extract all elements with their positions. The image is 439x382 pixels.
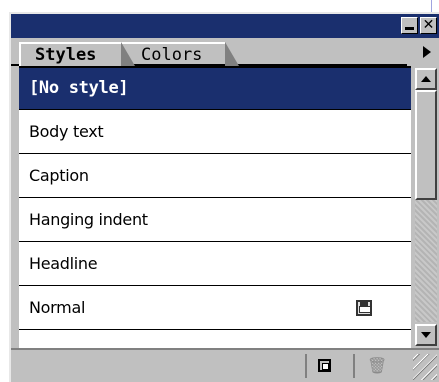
list-item-label: Headline [29, 254, 98, 273]
minimize-button[interactable] [401, 17, 418, 34]
list-item-label: [No style] [29, 78, 129, 98]
guide-line [431, 0, 432, 12]
styles-palette: ✕ Colors Styles [No style] Body text Cap… [9, 12, 439, 382]
styles-list: [No style] Body text Caption Hanging ind… [19, 66, 411, 348]
scroll-thumb[interactable] [415, 90, 437, 200]
scroll-down-arrow-icon[interactable] [415, 324, 437, 346]
palette-menu-arrow-icon[interactable] [415, 41, 439, 63]
trash-icon: 🗑 [367, 356, 388, 375]
list-item-no-style[interactable]: [No style] [19, 68, 411, 110]
tab-colors-label: Colors [141, 45, 203, 65]
close-icon: ✕ [422, 17, 435, 33]
list-item-label: Body text [29, 122, 104, 141]
list-item-normal[interactable]: Normal [19, 286, 411, 330]
list-item-hanging-indent[interactable]: Hanging indent [19, 198, 411, 242]
scroll-up-arrow-icon[interactable] [415, 68, 437, 90]
palette-titlebar[interactable]: ✕ [11, 14, 439, 38]
screen: ✕ Colors Styles [No style] Body text Cap… [0, 0, 439, 382]
save-icon [356, 300, 372, 316]
tab-styles-label: Styles [35, 45, 97, 65]
bottom-toolbar: 🗑 [11, 348, 439, 382]
vertical-scrollbar[interactable] [413, 66, 439, 348]
resize-grip[interactable] [413, 354, 437, 380]
list-item-label: Normal [29, 298, 86, 317]
list-item-body-text[interactable]: Body text [19, 110, 411, 154]
close-button[interactable]: ✕ [420, 17, 437, 34]
list-item-label: Hanging indent [29, 210, 148, 229]
list-item-label: Caption [29, 166, 89, 185]
delete-style-button[interactable]: 🗑 [353, 354, 391, 378]
tab-bar: Colors Styles [11, 38, 439, 66]
list-item-caption[interactable]: Caption [19, 154, 411, 198]
new-style-button[interactable] [305, 354, 343, 378]
new-style-icon [318, 359, 331, 372]
list-item-headline[interactable]: Headline [19, 242, 411, 286]
tab-styles[interactable]: Styles [19, 42, 135, 66]
